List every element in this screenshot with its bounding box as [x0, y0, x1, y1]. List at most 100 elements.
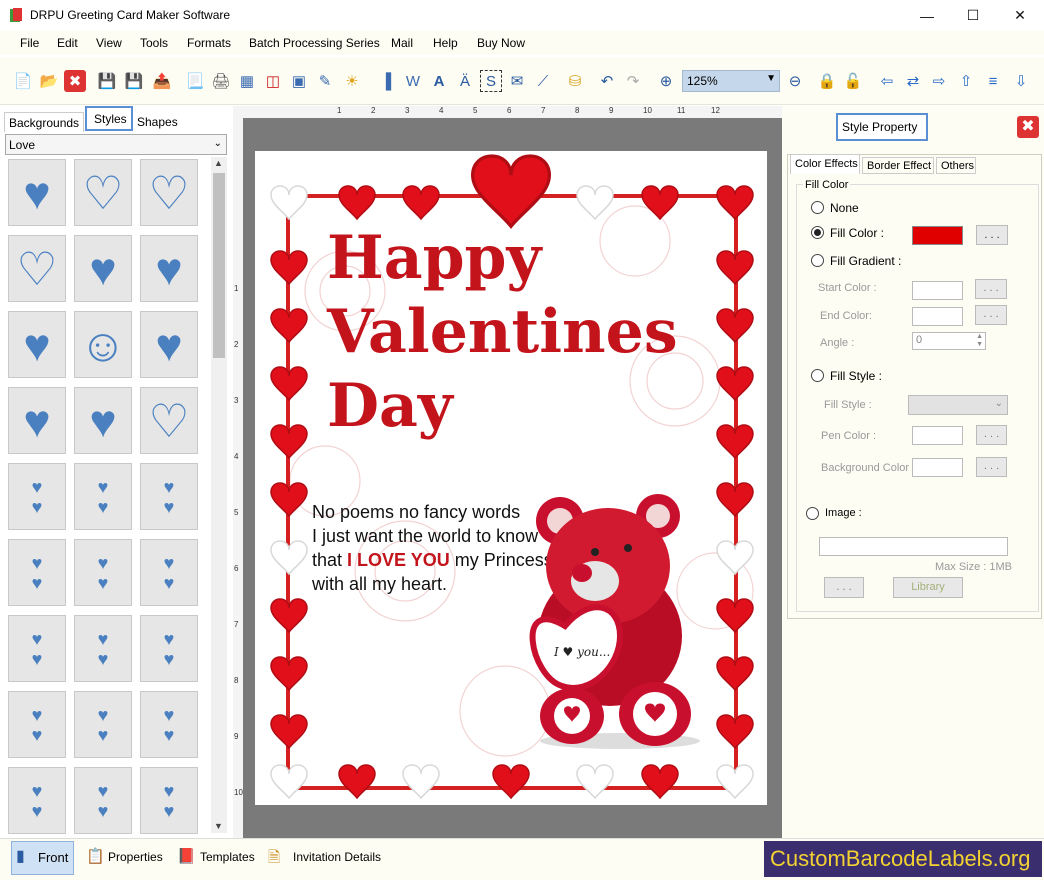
zoom-combo[interactable]: 125% ▼ [682, 70, 780, 92]
style-thumbnail[interactable]: ♥ [140, 311, 198, 378]
word-art-icon[interactable]: Ä [454, 70, 476, 92]
menu-file[interactable]: File [20, 36, 39, 50]
style-thumbnail[interactable]: ♥ ♥ [74, 767, 132, 834]
menu-mail[interactable]: Mail [391, 36, 413, 50]
zoom-out-icon[interactable]: ⊖ [784, 70, 806, 92]
card-title[interactable]: Happy Valentines Day [327, 221, 678, 443]
text-icon[interactable]: A [428, 70, 450, 92]
unlock-icon[interactable]: 🔓 [842, 70, 864, 92]
teddy-bear-image[interactable]: I ♥ you... [520, 486, 720, 756]
flip-icon[interactable]: ⇄ [902, 70, 924, 92]
line-icon[interactable]: ⟋ [532, 70, 554, 92]
database-icon[interactable]: ⛁ [564, 70, 586, 92]
tab-backgrounds[interactable]: Backgrounds [4, 112, 84, 132]
mail-icon[interactable]: ✉ [506, 70, 528, 92]
maximize-icon[interactable]: ☐ [950, 0, 996, 31]
style-thumbnail[interactable]: ♥ ♥ [8, 691, 66, 758]
style-thumbnail[interactable]: ♥ ♥ [140, 615, 198, 682]
style-thumbnail[interactable]: ♥ ♥ [140, 539, 198, 606]
angle-spinner[interactable]: 0 ▲ ▼ [912, 332, 986, 350]
redo-icon[interactable]: ↷ [622, 70, 644, 92]
tab-shapes[interactable]: Shapes [134, 112, 208, 132]
styles-scrollbar[interactable]: ▼ ▲ [211, 157, 227, 833]
style-thumbnail[interactable]: ♥ ♥ [8, 463, 66, 530]
style-thumbnail[interactable]: ♥ ♥ [74, 463, 132, 530]
greeting-card[interactable]: Happy Valentines Day No poems no fancy w… [255, 151, 767, 805]
fill-gradient-radio[interactable] [811, 254, 824, 267]
templates-tab[interactable]: Templates [200, 850, 255, 864]
style-thumbnail[interactable]: ♥ ♥ [74, 615, 132, 682]
export-image-icon[interactable]: ◫ [262, 70, 284, 92]
print-preview-icon[interactable]: 📃 [184, 70, 206, 92]
style-thumbnail[interactable]: ☺ [74, 311, 132, 378]
menu-help[interactable]: Help [433, 36, 458, 50]
menu-buy-now[interactable]: Buy Now [477, 36, 525, 50]
style-thumbnail[interactable]: ♥ ♥ [74, 539, 132, 606]
image-browse-button[interactable]: . . . [824, 577, 864, 598]
tab-border-effect[interactable]: Border Effect [862, 157, 934, 174]
fill-color-browse-button[interactable]: . . . [976, 225, 1008, 245]
tab-others[interactable]: Others [936, 157, 976, 174]
style-thumbnail[interactable]: ♡ [140, 159, 198, 226]
fill-style-radio[interactable] [811, 369, 824, 382]
start-color-browse-button[interactable]: . . . [975, 279, 1007, 299]
menu-edit[interactable]: Edit [57, 36, 78, 50]
fill-style-dropdown[interactable]: ⌄ [908, 395, 1008, 415]
end-color-swatch[interactable] [912, 307, 963, 326]
close-file-icon[interactable]: ✖ [64, 70, 86, 92]
zoom-in-icon[interactable]: ⊕ [655, 70, 677, 92]
style-thumbnail[interactable]: ♡ [8, 235, 66, 302]
close-window-icon[interactable]: ✕ [997, 0, 1043, 31]
style-thumbnail[interactable]: ♡ [140, 387, 198, 454]
none-radio[interactable] [811, 201, 824, 214]
arrow-down-icon[interactable]: ⇩ [1010, 70, 1032, 92]
undo-icon[interactable]: ↶ [596, 70, 618, 92]
pen-color-swatch[interactable] [912, 426, 963, 445]
barcode-icon[interactable]: ▐ [375, 70, 397, 92]
watermark-icon[interactable]: W [402, 70, 424, 92]
style-thumbnail[interactable]: ♥ [140, 235, 198, 302]
style-thumbnail[interactable]: ♡ [74, 159, 132, 226]
insert-picture-icon[interactable]: ▣ [288, 70, 310, 92]
fill-color-radio[interactable] [811, 226, 824, 239]
arrow-up-icon[interactable]: ⇧ [955, 70, 977, 92]
open-folder-icon[interactable]: 📂 [38, 70, 60, 92]
export-icon[interactable]: 📤 [151, 70, 173, 92]
minimize-icon[interactable]: — [904, 0, 950, 31]
background-color-swatch[interactable] [912, 458, 963, 477]
style-thumbnail[interactable]: ♥ ♥ [8, 767, 66, 834]
style-thumbnail[interactable]: ♥ [8, 159, 66, 226]
tab-styles[interactable]: Styles [85, 106, 133, 131]
style-thumbnail[interactable]: ♥ ♥ [140, 767, 198, 834]
style-thumbnail[interactable]: ♥ [8, 387, 66, 454]
new-file-icon[interactable]: 📄 [12, 70, 34, 92]
pen-color-browse-button[interactable]: . . . [976, 425, 1007, 445]
arrow-right-icon[interactable]: ⇨ [928, 70, 950, 92]
front-label[interactable]: Front [38, 850, 68, 865]
style-thumbnail[interactable]: ♥ ♥ [140, 463, 198, 530]
tab-color-effects[interactable]: Color Effects [790, 154, 860, 174]
menu-view[interactable]: View [96, 36, 122, 50]
batch-print-icon[interactable]: ▦ [236, 70, 258, 92]
image-path-input[interactable] [819, 537, 1008, 556]
category-dropdown[interactable]: Love ⌄ [5, 134, 227, 155]
end-color-browse-button[interactable]: . . . [975, 305, 1007, 325]
arrow-left-icon[interactable]: ⇦ [876, 70, 898, 92]
align-icon[interactable]: ≡ [982, 70, 1004, 92]
save-as-icon[interactable]: 💾 [123, 70, 145, 92]
menu-batch-processing[interactable]: Batch Processing Series [249, 36, 380, 50]
background-color-browse-button[interactable]: . . . [976, 457, 1007, 477]
save-icon[interactable]: 💾 [96, 70, 118, 92]
lock-icon[interactable]: 🔒 [816, 70, 838, 92]
fill-color-swatch[interactable] [912, 226, 963, 245]
properties-tab[interactable]: Properties [108, 850, 163, 864]
pencil-icon[interactable]: ✎ [314, 70, 336, 92]
style-thumbnail[interactable]: ♥ ♥ [8, 615, 66, 682]
card-message[interactable]: No poems no fancy words I just want the … [312, 500, 553, 596]
style-thumbnail[interactable]: ♥ [8, 311, 66, 378]
style-thumbnail[interactable]: ♥ ♥ [8, 539, 66, 606]
style-thumbnail[interactable]: ♥ [74, 235, 132, 302]
close-panel-icon[interactable]: ✖ [1017, 116, 1039, 138]
start-color-swatch[interactable] [912, 281, 963, 300]
image-radio[interactable] [806, 507, 819, 520]
